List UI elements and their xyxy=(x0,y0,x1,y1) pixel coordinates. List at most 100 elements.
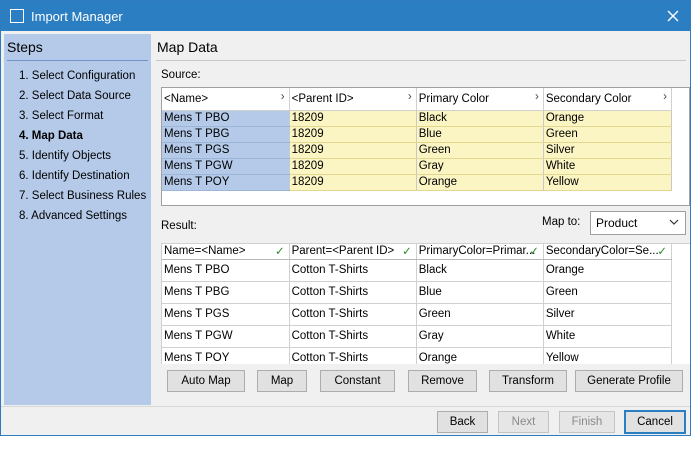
table-row[interactable]: Mens T POY Cotton T-Shirts Orange Yellow xyxy=(162,347,673,364)
chevron-right-icon: › xyxy=(663,91,667,103)
import-manager-window: Import Manager Steps 1. Select Configura… xyxy=(0,0,691,436)
step-identify-destination: 6. Identify Destination xyxy=(19,170,130,182)
source-cell[interactable]: Yellow xyxy=(543,174,673,191)
result-cell[interactable]: White xyxy=(543,325,673,348)
source-header-secondary-color[interactable]: Secondary Color › xyxy=(543,88,673,111)
header-label: <Name> xyxy=(164,92,209,105)
source-cell[interactable]: Mens T POY xyxy=(162,174,290,191)
result-cell[interactable]: Yellow xyxy=(543,347,673,364)
result-cell[interactable]: Mens T PBO xyxy=(162,259,290,282)
result-cell[interactable]: Mens T PGS xyxy=(162,303,290,326)
result-header-row: Name=<Name> ✓ Parent=<Parent ID> ✓ Primary… xyxy=(162,244,673,260)
source-cell[interactable]: 18209 xyxy=(289,110,417,127)
chevron-right-icon: › xyxy=(407,91,412,103)
next-button[interactable]: Next xyxy=(498,411,549,433)
map-button[interactable]: Map xyxy=(257,370,307,392)
header-label: <Parent ID> xyxy=(291,92,354,105)
chevron-right-icon: › xyxy=(534,91,539,103)
result-grid[interactable]: Name=<Name> ✓ Parent=<Parent ID> ✓ Primary… xyxy=(161,243,690,364)
source-cell[interactable]: 18209 xyxy=(289,142,417,159)
source-label: Source: xyxy=(161,69,201,81)
result-cell[interactable]: Silver xyxy=(543,303,673,326)
auto-map-button[interactable]: Auto Map xyxy=(167,370,245,392)
check-icon: ✓ xyxy=(529,246,539,258)
map-to-value: Product xyxy=(596,216,638,230)
result-cell[interactable]: Mens T PGW xyxy=(162,325,290,348)
result-cell[interactable]: Mens T PBG xyxy=(162,281,290,304)
steps-list: 1. Select Configuration 2. Select Data S… xyxy=(19,69,146,229)
result-cell[interactable]: Cotton T-Shirts xyxy=(289,303,417,326)
step-select-configuration: 1. Select Configuration xyxy=(19,70,136,82)
step-map-data: 4. Map Data xyxy=(19,130,83,142)
result-header-secondary-color[interactable]: SecondaryColor=Se... ✓ xyxy=(543,244,673,260)
source-cell[interactable]: Green xyxy=(543,126,673,143)
source-cell[interactable]: Mens T PBG xyxy=(162,126,290,143)
map-to-select[interactable]: Product xyxy=(590,211,686,235)
page-title: Map Data xyxy=(157,39,218,55)
source-cell[interactable]: Mens T PGS xyxy=(162,142,290,159)
source-header-primary-color[interactable]: Primary Color › xyxy=(416,88,544,111)
result-cell[interactable]: Green xyxy=(543,281,673,304)
result-cell[interactable]: Blue xyxy=(416,281,544,304)
source-cell[interactable]: Silver xyxy=(543,142,673,159)
source-cell[interactable]: White xyxy=(543,158,673,175)
check-icon: ✓ xyxy=(657,246,667,258)
result-cell[interactable]: Mens T POY xyxy=(162,347,290,364)
source-header-parent-id[interactable]: <Parent ID> › xyxy=(289,88,417,111)
result-cell[interactable]: Gray xyxy=(416,325,544,348)
source-cell[interactable]: Mens T PGW xyxy=(162,158,290,175)
source-cell[interactable]: Mens T PBO xyxy=(162,110,290,127)
table-row[interactable]: Mens T PGW Cotton T-Shirts Gray White xyxy=(162,325,673,348)
table-row[interactable]: Mens T PGS Cotton T-Shirts Green Silver xyxy=(162,303,673,326)
table-row[interactable]: Mens T POY 18209 Orange Yellow xyxy=(162,174,673,191)
table-row[interactable]: Mens T PBG Cotton T-Shirts Blue Green xyxy=(162,281,673,304)
remove-button[interactable]: Remove xyxy=(408,370,477,392)
table-row[interactable]: Mens T PBO Cotton T-Shirts Black Orange xyxy=(162,259,673,282)
step-select-business-rules: 7. Select Business Rules xyxy=(19,190,147,202)
transform-button[interactable]: Transform xyxy=(489,370,567,392)
source-header-row: <Name> › <Parent ID> › Primary Color › Seco… xyxy=(162,88,673,111)
title-bar[interactable]: Import Manager xyxy=(1,1,690,31)
back-button[interactable]: Back xyxy=(437,411,488,433)
source-cell[interactable]: Orange xyxy=(416,174,544,191)
generate-profile-button[interactable]: Generate Profile xyxy=(575,370,683,392)
footer-divider xyxy=(1,406,690,407)
source-cell[interactable]: Gray xyxy=(416,158,544,175)
table-row[interactable]: Mens T PGW 18209 Gray White xyxy=(162,158,673,175)
result-header-parent[interactable]: Parent=<Parent ID> ✓ xyxy=(289,244,417,260)
table-row[interactable]: Mens T PGS 18209 Green Silver xyxy=(162,142,673,159)
source-cell[interactable]: Green xyxy=(416,142,544,159)
source-cell[interactable]: Orange xyxy=(543,110,673,127)
step-select-format: 3. Select Format xyxy=(19,110,104,122)
source-cell[interactable]: Blue xyxy=(416,126,544,143)
result-cell[interactable]: Orange xyxy=(543,259,673,282)
result-cell[interactable]: Green xyxy=(416,303,544,326)
table-row[interactable]: Mens T PBO 18209 Black Orange xyxy=(162,110,673,127)
result-cell[interactable]: Black xyxy=(416,259,544,282)
steps-title: Steps xyxy=(7,39,43,55)
source-header-name[interactable]: <Name> › xyxy=(162,88,290,111)
result-header-name[interactable]: Name=<Name> ✓ xyxy=(162,244,290,260)
window-title: Import Manager xyxy=(31,9,123,24)
step-identify-objects: 5. Identify Objects xyxy=(19,150,112,162)
app-icon xyxy=(10,9,24,23)
constant-button[interactable]: Constant xyxy=(320,370,395,392)
result-cell[interactable]: Cotton T-Shirts xyxy=(289,281,417,304)
finish-button[interactable]: Finish xyxy=(559,411,615,433)
check-icon: ✓ xyxy=(274,246,285,258)
result-header-primary-color[interactable]: PrimaryColor=Primar... ✓ xyxy=(416,244,544,260)
result-cell[interactable]: Orange xyxy=(416,347,544,364)
source-cell[interactable]: 18209 xyxy=(289,158,417,175)
close-button[interactable] xyxy=(656,1,690,31)
source-grid[interactable]: <Name> › <Parent ID> › Primary Color › Seco… xyxy=(161,87,690,206)
result-cell[interactable]: Cotton T-Shirts xyxy=(289,347,417,364)
result-cell[interactable]: Cotton T-Shirts xyxy=(289,259,417,282)
result-label: Result: xyxy=(161,220,197,232)
source-cell[interactable]: 18209 xyxy=(289,174,417,191)
table-row[interactable]: Mens T PBG 18209 Blue Green xyxy=(162,126,673,143)
result-cell[interactable]: Cotton T-Shirts xyxy=(289,325,417,348)
source-cell[interactable]: 18209 xyxy=(289,126,417,143)
chevron-right-icon: › xyxy=(280,91,285,103)
cancel-button[interactable]: Cancel xyxy=(624,410,686,434)
source-cell[interactable]: Black xyxy=(416,110,544,127)
